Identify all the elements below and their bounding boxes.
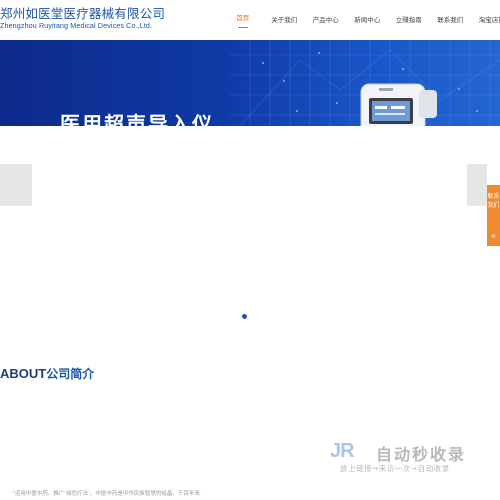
slider-pagination-dot[interactable] bbox=[242, 314, 247, 319]
banner-title: 医用超声导入仪 bbox=[60, 112, 214, 126]
watermark-title: 自动秒收录 bbox=[376, 445, 467, 464]
main-nav: 首页 关于我们 产品中心 新闻中心 立赚指南 联系我们 淘宝店铺 bbox=[222, 0, 500, 40]
about-heading-cn: 公司简介 bbox=[46, 367, 95, 381]
nav-item-taobao-store[interactable]: 淘宝店铺 bbox=[471, 0, 500, 40]
logo-company-name: 郑州如医堂医疗器械有限公司 bbox=[0, 6, 166, 21]
ultrasound-device-image bbox=[360, 83, 437, 126]
chevron-double-left-icon: « bbox=[491, 231, 496, 240]
about-heading: ABOUT公司简介 bbox=[0, 365, 94, 382]
nav-item-news[interactable]: 新闻中心 bbox=[347, 0, 389, 40]
site-header: 郑州如医堂医疗器械有限公司 Zhengzhou Ruyitang Medical… bbox=[0, 0, 500, 40]
about-heading-en: ABOUT bbox=[0, 366, 47, 381]
contact-us-tab[interactable]: 联系我们 « bbox=[487, 185, 500, 246]
watermark-subtitle: 放上链接→来访一次→自动收录 bbox=[340, 464, 450, 473]
hero-banner[interactable]: 医用超声导入仪 bbox=[0, 40, 500, 126]
slider-next-button[interactable] bbox=[467, 164, 487, 206]
nav-item-guide[interactable]: 立赚指南 bbox=[388, 0, 430, 40]
contact-tab-label: 联系我们 bbox=[487, 193, 500, 209]
watermark: JR 自动秒收录 放上链接→来访一次→自动收录 bbox=[330, 440, 490, 480]
nav-item-products[interactable]: 产品中心 bbox=[305, 0, 347, 40]
nav-item-about[interactable]: 关于我们 bbox=[264, 0, 306, 40]
watermark-logo: JR bbox=[330, 440, 355, 462]
slider-prev-button[interactable] bbox=[0, 164, 32, 206]
logo-company-name-en: Zhengzhou Ruyitang Medical Devices Co.,L… bbox=[0, 21, 153, 30]
logo[interactable]: 郑州如医堂医疗器械有限公司 Zhengzhou Ruyitang Medical… bbox=[0, 6, 165, 31]
about-intro-text: “运用中医中药、推广‘绿色疗法’，中医中药是中华民族智慧的结晶，千百年来· bbox=[12, 491, 202, 497]
nav-item-home[interactable]: 首页 bbox=[222, 0, 264, 40]
nav-item-contact[interactable]: 联系我们 bbox=[430, 0, 472, 40]
